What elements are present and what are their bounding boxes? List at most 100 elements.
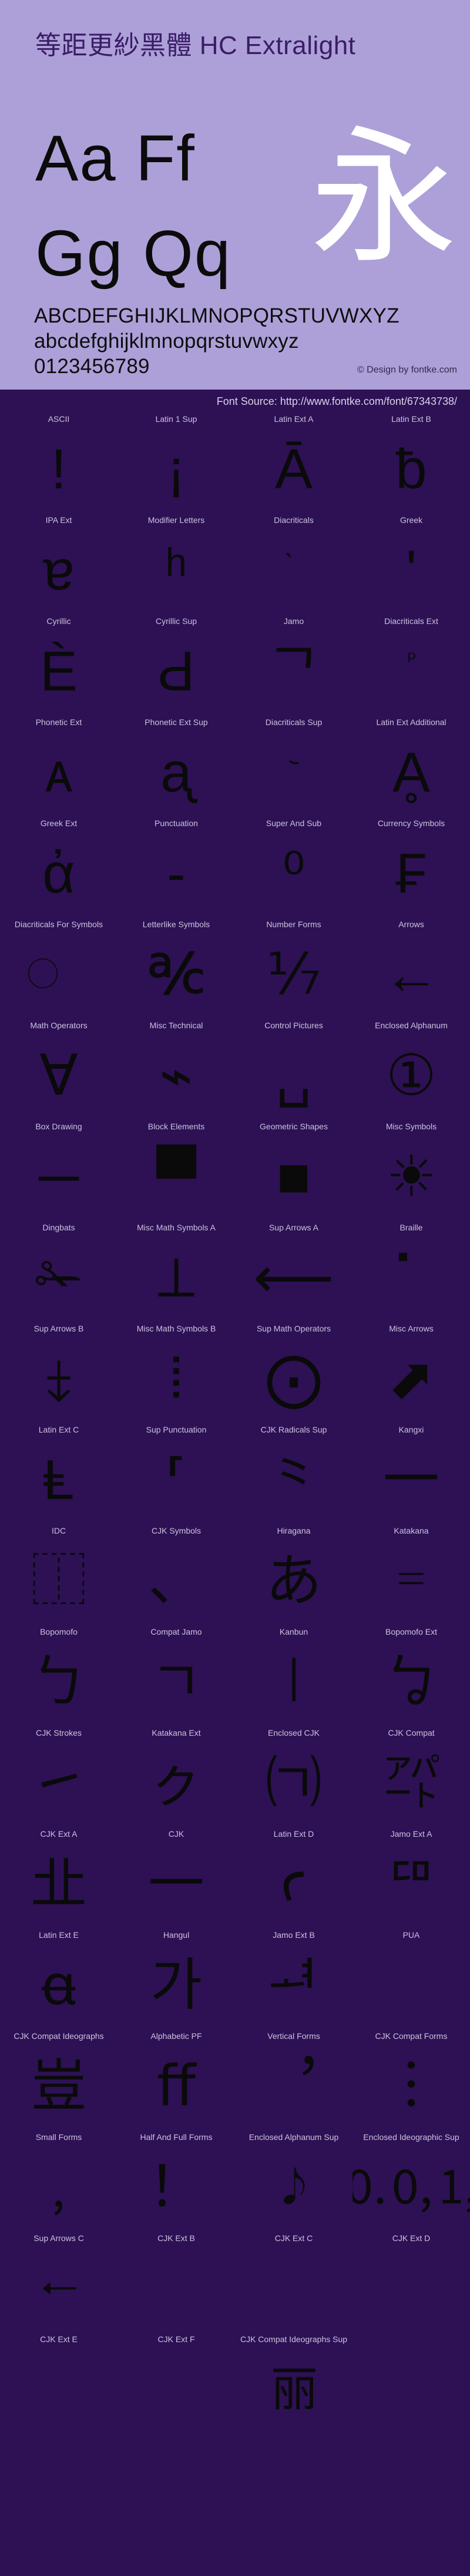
block-cell-enclosed-cjk[interactable]: Enclosed CJK ㈀ [235,1728,352,1829]
block-cell-geometric-shapes[interactable]: Geometric Shapes ■ [235,1122,352,1223]
block-cell-hiragana[interactable]: Hiragana あ [235,1526,352,1627]
block-label: Sup Math Operators [235,1324,352,1333]
block-cell-bopomofo-ext[interactable]: Bopomofo Ext ㆠ [352,1627,470,1728]
block-label: Misc Technical [118,1021,235,1030]
block-cell-jamo[interactable]: Jamo ᄀ [235,616,352,717]
block-cell-empty[interactable] [352,2334,470,2436]
block-cell-misc-symbols[interactable]: Misc Symbols ☀ [352,1122,470,1223]
block-cell-sup-arrows-c[interactable]: Sup Arrows C 🠀 [0,2233,118,2334]
big-cjk-glyph: 永 [310,128,457,268]
font-source-link[interactable]: Font Source: http://www.fontke.com/font/… [217,395,457,408]
block-cell-misc-math-symbols-a[interactable]: Misc Math Symbols A ⟂ [118,1223,235,1324]
block-row: Latin Ext C Ⱡ Sup Punctuation ⸢ CJK Radicals… [0,1425,470,1526]
block-cell-compat-jamo[interactable]: Compat Jamo ㄱ [118,1627,235,1728]
block-cell-latin-ext-b[interactable]: Latin Ext B ƀ [352,414,470,515]
block-cell-greek[interactable]: Greek ʹ [352,515,470,616]
block-cell-cjk-ext-a[interactable]: CJK Ext A 㐀 [0,1829,118,1930]
block-cell-misc-arrows[interactable]: Misc Arrows ⬈ [352,1324,470,1425]
block-cell-alphabetic-pf[interactable]: Alphabetic PF ﬀ [118,2031,235,2132]
block-cell-idc[interactable]: IDC ⿰ [0,1526,118,1627]
block-cell-enclosed-alphanum[interactable]: Enclosed Alphanum ① [352,1021,470,1122]
block-glyph: 豈 [0,2042,118,2131]
block-cell-cjk-strokes[interactable]: CJK Strokes ㇀ [0,1728,118,1829]
block-cell-latin-1-sup[interactable]: Latin 1 Sup ¡ [118,414,235,515]
block-cell-cjk-ext-f[interactable]: CJK Ext F 𬺰 [118,2334,235,2436]
block-cell-latin-ext-d[interactable]: Latin Ext D ꜥ [235,1829,352,1930]
block-cell-latin-ext-a[interactable]: Latin Ext A Ā [235,414,352,515]
block-cell-letterlike-symbols[interactable]: Letterlike Symbols ℀ [118,920,235,1021]
block-cell-half-and-full-forms[interactable]: Half And Full Forms ！ [118,2132,235,2233]
block-cell-cjk-ext-e[interactable]: CJK Ext E 𫠠 [0,2334,118,2436]
block-cell-arrows[interactable]: Arrows ← [352,920,470,1021]
block-row: CJK Compat Ideographs 豈 Alphabetic PF ﬀ Vert… [0,2031,470,2132]
block-label: Geometric Shapes [235,1122,352,1131]
block-cell-cjk[interactable]: CJK 一 [118,1829,235,1930]
block-glyph: ∀ [0,1031,118,1121]
block-row: Cyrillic Ѐ Cyrillic Sup Ԁ Jamo ᄀ Diacriticals … [0,616,470,717]
block-cell-modifier-letters[interactable]: Modifier Letters ʰ [118,515,235,616]
block-cell-sup-arrows-a[interactable]: Sup Arrows A ⟵ [235,1223,352,1324]
block-cell-greek-ext[interactable]: Greek Ext ἀ [0,819,118,920]
block-cell-punctuation[interactable]: Punctuation ‐ [118,819,235,920]
block-cell-sup-punctuation[interactable]: Sup Punctuation ⸢ [118,1425,235,1526]
block-cell-pua[interactable]: PUA [352,1930,470,2031]
block-cell-sup-math-operators[interactable]: Sup Math Operators ⨀ [235,1324,352,1425]
specimen-banner: 等距更紗黑體 HC Extralight Aa Ff Gg Qq 永 ABCDE… [0,0,470,390]
block-glyph: Ḁ [352,728,470,817]
block-cell-cjk-ext-b[interactable]: CJK Ext B 𠀀 [118,2233,235,2334]
block-glyph: ☀ [352,1132,470,1222]
block-cell-misc-technical[interactable]: Misc Technical ⌁ [118,1021,235,1122]
block-cell-cjk-compat[interactable]: CJK Compat ㌀ [352,1728,470,1829]
block-cell-control-pictures[interactable]: Control Pictures ␣ [235,1021,352,1122]
block-cell-cjk-compat-forms[interactable]: CJK Compat Forms ︙ [352,2031,470,2132]
block-cell-latin-ext-c[interactable]: Latin Ext C Ⱡ [0,1425,118,1526]
block-cell-ipa-ext[interactable]: IPA Ext ɐ [0,515,118,616]
block-cell-phonetic-ext[interactable]: Phonetic Ext ᴀ [0,717,118,819]
block-cell-block-elements[interactable]: Block Elements ▀ [118,1122,235,1223]
block-cell-cyrillic-sup[interactable]: Cyrillic Sup Ԁ [118,616,235,717]
block-cell-latin-ext-additional[interactable]: Latin Ext Additional Ḁ [352,717,470,819]
block-cell-cjk-radicals-sup[interactable]: CJK Radicals Sup ⺀ [235,1425,352,1526]
block-glyph: ■ [235,1132,352,1222]
block-cell-currency-symbols[interactable]: Currency Symbols ₣ [352,819,470,920]
block-cell-ascii[interactable]: ASCII! [0,414,118,515]
block-cell-jamo-ext-b[interactable]: Jamo Ext B ힰ [235,1930,352,2031]
block-cell-small-forms[interactable]: Small Forms ﹐ [0,2132,118,2233]
block-cell-dingbats[interactable]: Dingbats ✁ [0,1223,118,1324]
block-cell-math-operators[interactable]: Math Operators ∀ [0,1021,118,1122]
block-glyph: ゠ [352,1537,470,1626]
block-cell-kanbun[interactable]: Kanbun ㆐ [235,1627,352,1728]
block-glyph: ㇀ [0,1739,118,1828]
block-cell-hangul[interactable]: Hangul 가 [118,1930,235,2031]
block-cell-phonetic-ext-sup[interactable]: Phonetic Ext Sup ᶏ [118,717,235,819]
block-cell-cjk-ext-c[interactable]: CJK Ext C 𪜀 [235,2233,352,2334]
block-cell-bopomofo[interactable]: Bopomofo ㄅ [0,1627,118,1728]
block-cell-diacriticals-for-symbols[interactable]: Diacriticals For Symbols⃝ [0,920,118,1021]
block-cell-diacriticals[interactable]: Diacriticals̀ [235,515,352,616]
block-cell-super-and-sub[interactable]: Super And Sub ⁰ [235,819,352,920]
block-label: Bopomofo [0,1627,118,1636]
block-label: Cyrillic [0,616,118,626]
block-row: Phonetic Ext ᴀ Phonetic Ext Sup ᶏ Diacritica… [0,717,470,819]
block-cell-number-forms[interactable]: Number Forms ⅐ [235,920,352,1021]
block-cell-diacriticals-ext[interactable]: Diacriticals Extᷮ [352,616,470,717]
block-cell-katakana[interactable]: Katakana ゠ [352,1526,470,1627]
block-cell-cjk-symbols[interactable]: CJK Symbols 、 [118,1526,235,1627]
block-cell-cjk-compat-ideographs[interactable]: CJK Compat Ideographs 豈 [0,2031,118,2132]
block-cell-cjk-compat-ideographs-sup[interactable]: CJK Compat Ideographs Sup 丽 [235,2334,352,2436]
block-cell-latin-ext-e[interactable]: Latin Ext E ꬰ [0,1930,118,2031]
block-cell-katakana-ext[interactable]: Katakana Ext ㇰ [118,1728,235,1829]
block-glyph: ¡ [118,425,235,514]
block-cell-braille[interactable]: Braille ⠁ [352,1223,470,1324]
block-cell-cjk-ext-d[interactable]: CJK Ext D 𫝀 [352,2233,470,2334]
block-cell-enclosed-alphanum-sup[interactable]: Enclosed Alphanum Sup 𝅘𝅥𝅮 [235,2132,352,2233]
block-cell-misc-math-symbols-b[interactable]: Misc Math Symbols B ⦙ [118,1324,235,1425]
block-cell-enclosed-ideographic-sup[interactable]: Enclosed Ideographic Sup 🄀🄁🄂 [352,2132,470,2233]
block-cell-kangxi[interactable]: Kangxi ⼀ [352,1425,470,1526]
block-cell-diacriticals-sup[interactable]: Diacriticals Sup᷅ [235,717,352,819]
block-cell-sup-arrows-b[interactable]: Sup Arrows B ⤈ [0,1324,118,1425]
block-cell-cyrillic[interactable]: Cyrillic Ѐ [0,616,118,717]
block-cell-vertical-forms[interactable]: Vertical Forms ︐ [235,2031,352,2132]
block-cell-box-drawing[interactable]: Box Drawing ─ [0,1122,118,1223]
block-cell-jamo-ext-a[interactable]: Jamo Ext A ꥠ [352,1829,470,1930]
